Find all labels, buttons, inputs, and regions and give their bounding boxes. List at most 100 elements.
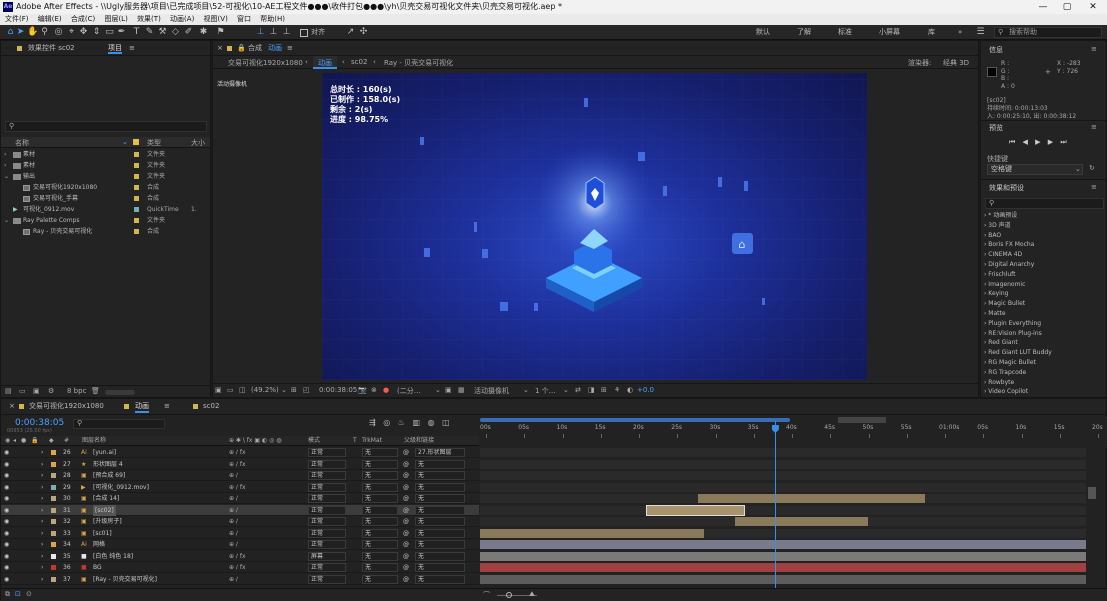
tab-sc02[interactable]: sc02 xyxy=(203,399,219,414)
lock-icon[interactable]: 🔒 xyxy=(237,41,246,56)
switches-icons[interactable]: ⊕ ∕ fx xyxy=(229,482,246,493)
twirl-icon[interactable]: › xyxy=(41,505,43,516)
trkmat-dropdown[interactable]: 无 xyxy=(362,551,398,561)
vertical-scrollbar[interactable] xyxy=(1088,487,1096,499)
label-color-swatch[interactable] xyxy=(51,496,56,501)
switches-icons[interactable]: ⊕ ∕ xyxy=(229,470,238,481)
layer-row[interactable]: ◉ › 34 Ai 网格 ⊕ ∕ 正常 无 @ 无 xyxy=(1,539,479,550)
effects-search-input[interactable]: ⚲ xyxy=(985,198,1104,209)
composition-viewer[interactable]: 总时长 : 160(s) 已制作 : 158.0(s) 剩余 : 2(s) 进度… xyxy=(322,73,867,380)
blend-mode-dropdown[interactable]: 正常 xyxy=(308,563,346,572)
layer-row[interactable]: ◉ › 26 Ai [yun.ai] ⊕ ∕ fx 正常 无 @27.形状图层 xyxy=(1,447,479,458)
tab-animation[interactable]: 动画 xyxy=(135,399,149,413)
exposure-icon[interactable]: ◐ xyxy=(627,386,633,394)
menu-effect[interactable]: 效果(T) xyxy=(137,14,161,25)
label-color-swatch[interactable] xyxy=(134,174,139,179)
workspace-default[interactable]: 默认 xyxy=(756,27,770,38)
effects-category-item[interactable]: › Frischluft xyxy=(984,270,1016,280)
effects-category-item[interactable]: › 3D 声道 xyxy=(984,221,1011,231)
pick-whip-icon[interactable]: @ xyxy=(403,493,409,504)
effects-category-item[interactable]: › Imagenomic xyxy=(984,280,1025,290)
playhead[interactable] xyxy=(771,421,779,591)
label-color-swatch[interactable] xyxy=(51,565,56,570)
trkmat-dropdown[interactable]: 无 xyxy=(362,505,398,515)
label-color-swatch[interactable] xyxy=(134,163,139,168)
effects-category-item[interactable]: › Magic Bullet xyxy=(984,299,1025,309)
pick-whip-icon[interactable]: @ xyxy=(403,528,409,539)
layer-name[interactable]: [yun.ai] xyxy=(93,447,116,458)
breadcrumb-item[interactable]: 交易可视化1920x1080 xyxy=(228,58,303,68)
layer-row[interactable]: ◉ › 28 ▣ [预合成 69] ⊕ ∕ 正常 无 @ 无 xyxy=(1,470,479,481)
visibility-eye-icon[interactable]: ◉ xyxy=(4,528,9,539)
parent-dropdown[interactable]: 无 xyxy=(415,494,465,503)
local-axis-icon[interactable]: ⊥ xyxy=(255,27,266,38)
pick-whip-icon[interactable]: @ xyxy=(403,574,409,585)
menu-layer[interactable]: 图层(L) xyxy=(104,14,127,25)
layer-row[interactable]: ◉ › 31 ▣ [sc02] ⊕ ∕ 正常 无 @ 无 xyxy=(1,504,479,516)
current-time-display[interactable]: 0:00:38:05 xyxy=(319,386,357,394)
layer-row[interactable]: ◉ › 35 ■ [白色 纯色 18] ⊕ ∕ fx 屏幕 无 @ 无 xyxy=(1,551,479,562)
shortcut-dropdown[interactable]: 空格键 xyxy=(987,164,1083,175)
label-color-swatch[interactable] xyxy=(51,473,56,478)
camera-view-dropdown[interactable]: 活动摄像机 xyxy=(474,386,509,396)
blend-mode-dropdown[interactable]: 正常 xyxy=(308,494,346,503)
blend-mode-dropdown[interactable]: 正常 xyxy=(308,528,346,538)
shy-layers-icon[interactable]: ♨ xyxy=(398,418,405,427)
effects-category-item[interactable]: › Rowbyte xyxy=(984,378,1014,388)
blend-mode-dropdown[interactable]: 正常 xyxy=(308,574,346,584)
twirl-icon[interactable]: › xyxy=(41,447,43,458)
project-item[interactable]: Ray - 贝壳交易可视化 合成 xyxy=(1,226,210,237)
label-color-swatch[interactable] xyxy=(134,218,139,223)
trkmat-dropdown[interactable]: 无 xyxy=(362,517,398,526)
show-snapshot-icon[interactable]: ⊗ xyxy=(371,386,377,394)
visibility-eye-icon[interactable]: ◉ xyxy=(4,459,9,470)
close-button[interactable]: ✕ xyxy=(1081,0,1105,14)
pick-whip-icon[interactable]: @ xyxy=(403,470,409,481)
twirl-icon[interactable]: ⌄ xyxy=(4,215,9,226)
pin-tool-icon[interactable]: ⚑ xyxy=(215,27,226,38)
pen-tool-icon[interactable]: ✒ xyxy=(116,27,127,38)
text-tool-icon[interactable]: T xyxy=(131,27,142,38)
first-frame-icon[interactable]: ⏮ xyxy=(1009,138,1015,146)
timeline-icon[interactable]: ◨ xyxy=(588,386,595,394)
layer-name[interactable]: [Ray - 贝壳交易可视化] xyxy=(93,574,157,585)
menu-composition[interactable]: 合成(C) xyxy=(71,14,95,25)
label-color-swatch[interactable] xyxy=(51,484,56,490)
tab-comp-1920[interactable]: 交易可视化1920x1080 xyxy=(29,399,104,414)
view-layout-dropdown[interactable]: 1 个… xyxy=(535,386,556,396)
parent-dropdown[interactable]: 无 xyxy=(415,517,465,526)
previous-frame-icon[interactable]: ◀ xyxy=(1023,138,1028,146)
label-color-swatch[interactable] xyxy=(134,207,139,212)
visibility-eye-icon[interactable]: ◉ xyxy=(4,551,9,562)
zoom-tool-icon[interactable]: ⚲ xyxy=(39,27,50,38)
visibility-eye-icon[interactable]: ◉ xyxy=(4,562,9,573)
layer-row[interactable]: ◉ › 36 ■ BG ⊕ ∕ fx 正常 无 @ 无 xyxy=(1,562,479,573)
trkmat-dropdown[interactable]: 无 xyxy=(362,448,398,457)
switches-icons[interactable]: ⊕ ∕ fx xyxy=(229,551,246,562)
layer-name[interactable]: 形状图层 4 xyxy=(93,459,123,470)
menu-file[interactable]: 文件(F) xyxy=(5,14,29,25)
column-type[interactable]: 类型 xyxy=(147,138,161,148)
layer-row[interactable]: ◉ › 32 ▣ [升级房子] ⊕ ∕ 正常 无 @ 无 xyxy=(1,516,479,527)
render-time-icon[interactable]: ⊙ xyxy=(26,590,32,598)
frame-blending-icon[interactable]: ▥ xyxy=(413,418,421,427)
always-preview-icon[interactable]: ▣ xyxy=(215,386,222,394)
work-area-bar[interactable] xyxy=(480,418,790,422)
blend-mode-dropdown[interactable]: 正常 xyxy=(308,517,346,526)
layer-name[interactable]: [可视化_0912.mov] xyxy=(93,482,149,493)
loop-icon[interactable]: ↻ xyxy=(1089,164,1095,172)
next-frame-icon[interactable]: ▶ xyxy=(1048,138,1053,146)
layer-duration-bar[interactable] xyxy=(480,551,1086,561)
workspace-small-screen[interactable]: 小屏幕 xyxy=(879,27,900,38)
parent-dropdown[interactable]: 无 xyxy=(415,505,465,515)
switches-icons[interactable]: ⊕ ∕ xyxy=(229,574,238,585)
panel-menu-icon[interactable]: ≡ xyxy=(287,41,293,56)
search-help-input[interactable]: ⚲ 搜索帮助 xyxy=(994,27,1102,38)
twirl-icon[interactable]: › xyxy=(41,459,43,470)
minimize-button[interactable]: — xyxy=(1031,0,1055,14)
effects-category-item[interactable]: › Video Copilot xyxy=(984,387,1028,397)
twirl-icon[interactable]: › xyxy=(4,149,6,160)
effects-category-item[interactable]: › RG Trapcode xyxy=(984,368,1026,378)
project-item[interactable]: 交易可视化_手幕 合成 xyxy=(1,193,210,204)
eraser-tool-icon[interactable]: ◇ xyxy=(170,27,181,38)
